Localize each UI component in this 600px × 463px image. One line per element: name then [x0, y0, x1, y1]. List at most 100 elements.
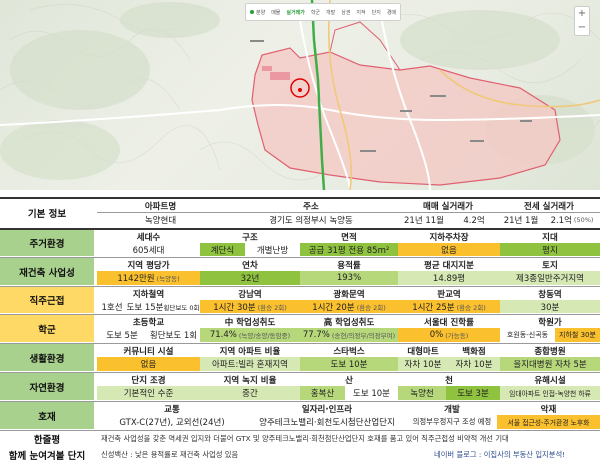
layer-school[interactable]: 학군 [311, 9, 320, 16]
hospital-label: 종합병원 [534, 346, 566, 357]
gwanghwamun-value: 1시간 20분 (환승 2회) [300, 300, 398, 313]
starbucks-value: 도보 10분 [300, 357, 398, 371]
households-label: 세대수 [136, 232, 161, 243]
terrain-label: 지대 [542, 232, 558, 243]
good-header-row: 교통 일자리·인프라 개발 악재 [0, 402, 600, 415]
good-value-row: GTX-C(27년), 교외선(24년) 양주테크노밸리·회천도시첨단산업단지 … [0, 415, 600, 429]
high-achievement-value: 77.7% (송현/의정부/의정부여) [300, 328, 398, 342]
layer-listing[interactable]: 매물 [271, 9, 280, 16]
pangyo-value: 1시간 25분 (환승 2회) [398, 300, 500, 313]
gangnam-time: 1시간 30분 [213, 302, 256, 313]
land-use-label: 토지 [542, 260, 558, 271]
zoom-control: + − [574, 6, 590, 36]
land-share-value: 14.89평 [398, 271, 500, 285]
jobs-value: 양주테크노밸리·회천도시첨단산업단지 [259, 418, 395, 428]
nature-header-row: 단지 조경 지역 녹지 비율 산 천 유해시설 [0, 373, 600, 386]
rebuild-value-row: 1142만원 (녹양동) 32년 193% 14.89평 제3종일반주거지역 [0, 271, 600, 285]
hazard-label: 유해시설 [534, 375, 566, 386]
subway-walk-value: 도보 15분 [127, 302, 163, 313]
land-share-label: 평균 대지지분 [424, 260, 474, 271]
gwanghwamun-label: 광화문역 [333, 289, 365, 300]
middle-achievement-label: 中 학업성취도 [224, 317, 276, 328]
elementary-label: 초등학교 [132, 317, 165, 328]
snu-rate-value: 0% (가능동) [398, 328, 500, 342]
middle-achievement-value: 71.4% (녹양/송양/동암중) [200, 328, 300, 342]
subway-line-value: 1호선 [101, 302, 123, 313]
basic-header-row: 아파트명 주소 매매 실거래가 전세 실거래가 [0, 199, 600, 213]
sale-date-value: 21년 11월 [404, 216, 444, 226]
households-value: 605세대 [132, 245, 165, 256]
bad-news-value: 서울 접근성-주거환경 노후화 [497, 415, 600, 429]
hospital-value: 을지대병원 자차 5분 [500, 357, 600, 371]
elementary-crosswalk-value: 횡단보도 1회 [149, 331, 198, 341]
subway-label: 지하철역 [132, 289, 165, 300]
apt-ratio-value: 아파트:빌라 혼재지역 [200, 357, 300, 371]
commute-header-row: 지하철역 강남역 광화문역 판교역 창동역 [0, 287, 600, 300]
stream-label: 천 [445, 375, 453, 386]
mountain-walk-value: 도보 10분 [353, 389, 390, 399]
terrain-value: 평지 [500, 243, 600, 256]
living-header-row: 세대수 구조 면적 지하주차장 지대 [0, 230, 600, 243]
green-ratio-label: 지역 녹지 비율 [223, 375, 277, 386]
compare-text: 신성백산 : 낮은 용적률로 재건축 사업성 있음 [101, 450, 239, 459]
pangyo-transfer: (환승 2회) [456, 303, 486, 312]
layer-cadastral[interactable]: 지적 [356, 9, 365, 16]
rebuild-header-row: 지역 평당가 연차 용적률 평균 대지지분 토지 [0, 258, 600, 271]
zoom-in-button[interactable]: + [578, 9, 586, 19]
jeonse-ratio: (50%) [573, 216, 594, 224]
mart-value: 자차 10분 [398, 357, 448, 371]
living-value-row: 605세대 계단식 개별난방 공급 31평 전용 85m² 없음 평지 [0, 243, 600, 256]
mountain-label: 산 [345, 375, 353, 386]
community-value: 없음 [97, 357, 200, 371]
gwanghwamun-time: 1시간 20분 [312, 302, 355, 313]
map-canvas [0, 0, 600, 190]
community-label: 커뮤니티 시설 [123, 346, 174, 357]
map-view[interactable]: 분양 매물 실거래가 학군 개발 상권 지적 단지 경매 + − [0, 0, 600, 190]
far-label: 용적률 [337, 260, 361, 271]
middle-schools: (녹양/송양/동암중) [238, 332, 291, 340]
academy-label: 학원가 [538, 317, 562, 328]
life-value-row: 없음 아파트:빌라 혼재지역 도보 10분 자차 10분 자차 10분 을지대병… [0, 357, 600, 371]
price-region-note: (녹양동) [156, 275, 180, 283]
layer-transaction[interactable]: 실거래가 [286, 9, 304, 16]
address-label: 주소 [224, 199, 398, 213]
parking-value: 없음 [398, 243, 500, 256]
academy-area-value: 호원동-신곡동 [506, 331, 549, 339]
jobs-label: 일자리·인프라 [301, 404, 353, 415]
layer-commerce[interactable]: 상권 [341, 9, 350, 16]
life-header-row: 커뮤니티 시설 지역 아파트 비율 스타벅스 대형마트 백화점 종합병원 [0, 344, 600, 357]
layer-complex[interactable]: 단지 [372, 9, 381, 16]
starbucks-label: 스타벅스 [333, 346, 365, 357]
compare-label: 함께 눈여겨볼 단지 [0, 447, 94, 463]
jeonse-price: 2.1억 [550, 216, 572, 226]
area-value: 공급 31평 전용 85m² [300, 243, 398, 256]
parking-label: 지하주차장 [429, 232, 469, 243]
sale-price-label: 매매 실거래가 [398, 199, 498, 213]
transport-value: GTX-C(27년), 교외선(24년) [119, 418, 225, 428]
price-per-pyeong: 1142만원 [117, 274, 155, 284]
land-use-value: 제3종일반주거지역 [500, 271, 600, 285]
snu-rate: 0% [429, 330, 444, 340]
layer-auction[interactable]: 경매 [387, 9, 396, 16]
gangnam-value: 1시간 30분 (환승 2회) [200, 300, 300, 313]
commute-value-row: 1호선 도보 15분 횡단보도 0회 1시간 30분 (환승 2회) 1시간 20… [0, 300, 600, 313]
mart-label: 대형마트 [407, 346, 439, 357]
structure-stair-value: 계단식 [200, 243, 245, 256]
layer-development[interactable]: 개발 [326, 9, 335, 16]
summary-text: 재건축 사업성을 갖춘 역세권 입지와 더불어 GTX 및 양주테크노밸리·회천… [101, 434, 509, 443]
hazard-value: 임대아파트 인접-녹양천 하류 [500, 386, 600, 400]
layer-sale[interactable]: 분양 [250, 9, 265, 16]
elementary-walk-value: 도보 5분 [106, 331, 138, 341]
zoom-out-button[interactable]: − [578, 23, 586, 33]
gangnam-label: 강남역 [238, 289, 262, 300]
snu-region: (가능동) [445, 332, 469, 340]
development-value: 의정부우정지구 조성 예정 [412, 417, 492, 426]
sale-price-value: 4.2억 [463, 216, 485, 226]
basic-value-row: 녹양현대 경기도 의정부시 녹양동 21년 11월 4.2억 21년 1월 2.… [0, 213, 600, 227]
blog-link[interactable]: 네이버 블로그 : 이집사의 부동산 입지분석! [430, 447, 600, 463]
changdong-value: 30분 [500, 300, 600, 313]
gangnam-transfer: (환승 2회) [257, 303, 287, 312]
structure-label: 구조 [242, 232, 258, 243]
school-value-row: 도보 5분 횡단보도 1회 71.4% (녹양/송양/동암중) 77.7% (송현/… [0, 328, 600, 342]
district-area [251, 47, 561, 186]
